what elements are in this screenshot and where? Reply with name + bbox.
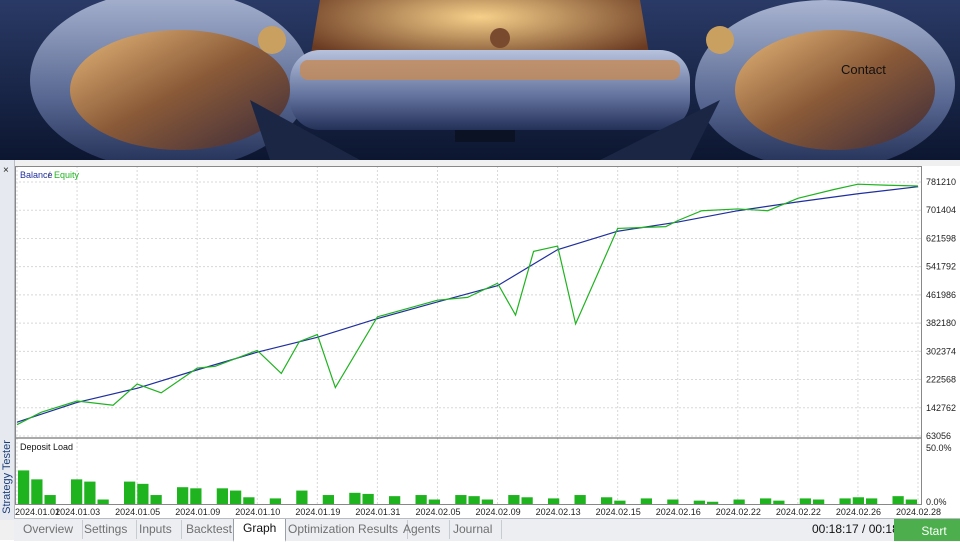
robot-artwork [0, 0, 960, 160]
strategy-tester-panel: × Strategy Tester Balance / Equity Depos… [0, 160, 960, 542]
deposit-load-bar [455, 495, 467, 504]
deposit-load-bar [693, 500, 705, 504]
x-tick-label: 2024.01.03 [55, 507, 100, 517]
deposit-load-bar [31, 479, 43, 504]
x-tick-label: 2024.02.22 [716, 507, 761, 517]
x-tick-label: 2024.02.05 [415, 507, 460, 517]
deposit-load-bar [760, 498, 772, 504]
deposit-load-bar [216, 488, 228, 504]
deposit-load-bar [614, 500, 626, 504]
deposit-load-bar [640, 498, 652, 504]
deposit-load-bar [799, 498, 811, 504]
tab-overview[interactable]: Overview [14, 520, 84, 539]
x-tick-label: 2024.01.10 [235, 507, 280, 517]
y-tick-label: 382180 [926, 318, 956, 328]
deposit-load-bar [190, 488, 202, 504]
deposit-load-bar [84, 481, 96, 504]
deposit-load-bar [866, 498, 878, 504]
panel-sidebar: × Strategy Tester [0, 160, 15, 520]
start-button[interactable]: Start [894, 519, 960, 541]
deposit-load-bar [243, 497, 255, 504]
x-tick-label: 2024.02.26 [836, 507, 881, 517]
y-tick-label: 461986 [926, 290, 956, 300]
deposit-load-bar [707, 501, 719, 504]
deposit-load-bar [733, 499, 745, 504]
deposit-load-bar [230, 490, 242, 504]
legend-equity: Equity [54, 170, 80, 180]
y-tick-label: 302374 [926, 346, 956, 356]
deposit-load-bar [177, 487, 189, 504]
deposit-load-bar [852, 497, 864, 504]
banner-image: Contact [0, 0, 960, 160]
deposit-load-bar [667, 499, 679, 504]
panel-title: Strategy Tester [1, 440, 13, 514]
graph-area: Balance / Equity Deposit Load 7812107014… [15, 166, 960, 518]
deposit-load-bar [349, 492, 361, 504]
deposit-y-tick-label: 0.0% [926, 497, 947, 507]
deposit-load-bar [481, 499, 493, 504]
x-tick-label: 2024.02.16 [656, 507, 701, 517]
deposit-load-bar [905, 499, 917, 504]
deposit-load-bar [813, 499, 825, 504]
x-tick-label: 2024.02.13 [536, 507, 581, 517]
tab-agents[interactable]: Agents [394, 520, 451, 539]
deposit-load-bar [574, 495, 586, 504]
tab-optimization-results[interactable]: Optimization Results [279, 520, 409, 539]
deposit-load-bar [71, 479, 83, 504]
y-tick-label: 781210 [926, 177, 956, 187]
deposit-load-bar [150, 495, 162, 504]
deposit-load-bar [18, 470, 30, 504]
deposit-load-bar [892, 496, 904, 504]
deposit-load-bar [468, 496, 480, 504]
chart-background [15, 166, 960, 518]
tab-journal[interactable]: Journal [444, 520, 503, 539]
deposit-load-bar [97, 499, 109, 504]
x-tick-label: 2024.01.05 [115, 507, 160, 517]
deposit-load-bar [124, 481, 136, 504]
x-tick-label: 2024.02.22 [776, 507, 821, 517]
deposit-load-bar [296, 490, 308, 504]
x-tick-label: 2024.01.01 [15, 507, 60, 517]
x-tick-label: 2024.01.19 [295, 507, 340, 517]
deposit-load-bar [773, 500, 785, 504]
deposit-load-bar [521, 497, 533, 504]
y-tick-label: 142762 [926, 403, 956, 413]
deposit-load-bar [508, 495, 520, 504]
x-tick-label: 2024.01.09 [175, 507, 220, 517]
contact-link[interactable]: Contact [841, 62, 886, 77]
deposit-load-bar [269, 498, 281, 504]
deposit-load-bar [389, 496, 401, 504]
y-tick-label: 63056 [926, 431, 951, 441]
tab-inputs[interactable]: Inputs [130, 520, 182, 539]
x-tick-label: 2024.02.28 [896, 507, 941, 517]
x-tick-label: 2024.02.09 [476, 507, 521, 517]
tab-settings[interactable]: Settings [75, 520, 138, 539]
y-tick-label: 541792 [926, 262, 956, 272]
close-icon[interactable]: × [3, 166, 9, 176]
x-tick-label: 2024.01.31 [355, 507, 400, 517]
deposit-load-bar [415, 495, 427, 504]
deposit-load-bar [362, 493, 374, 504]
deposit-load-bar [44, 495, 56, 504]
deposit-load-bar [322, 495, 334, 504]
deposit-load-bar [137, 483, 149, 504]
deposit-load-title: Deposit Load [20, 442, 73, 452]
y-tick-label: 701404 [926, 205, 956, 215]
deposit-y-tick-label: 50.0% [926, 443, 952, 453]
deposit-load-bar [548, 498, 560, 504]
tab-bar: Overview Settings Inputs Backtest Graph … [14, 518, 960, 542]
deposit-load-bar [839, 498, 851, 504]
y-tick-label: 621598 [926, 233, 956, 243]
x-tick-label: 2024.02.15 [596, 507, 641, 517]
y-tick-label: 222568 [926, 375, 956, 385]
deposit-load-bar [601, 497, 613, 504]
x-axis: 2024.01.012024.01.03 2024.01.05 2024.01.09… [15, 507, 941, 517]
deposit-load-bar [428, 499, 440, 504]
